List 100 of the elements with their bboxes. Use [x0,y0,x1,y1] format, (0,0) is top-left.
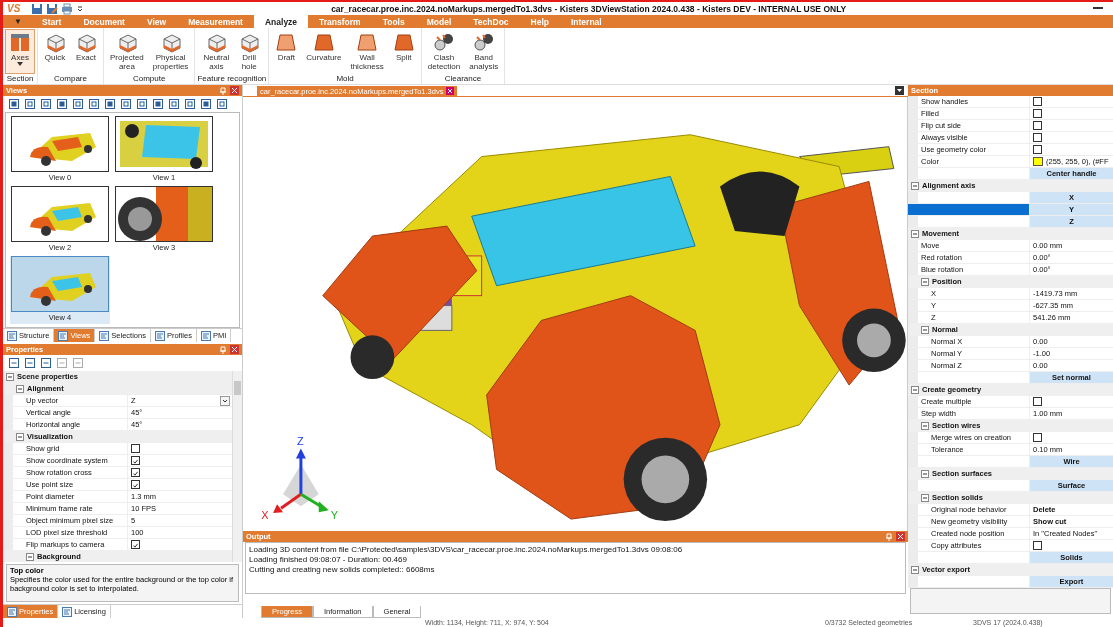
dropdown-icon[interactable] [895,86,904,95]
checkbox[interactable] [1033,541,1042,550]
close-icon[interactable] [896,532,905,541]
checkbox[interactable] [131,444,140,453]
color-swatch[interactable] [1033,157,1043,166]
ribbon-group-label: Section [6,74,34,84]
collapse-icon[interactable] [6,372,14,381]
collapse-icon[interactable] [921,493,929,502]
ribbon-button[interactable]: Curvature [302,29,346,74]
checkbox[interactable] [1033,397,1042,406]
pin-icon[interactable] [219,86,227,95]
ribbon-button[interactable]: Clash detection [423,29,465,74]
checkbox[interactable] [131,480,140,489]
ribbon-button[interactable]: Split [388,29,419,74]
window-title: car_racecar.proe.inc.2024.noMarkups.mergedTo1.3dvs - Kisters 3DViewStation 2024.0.438 - Kisters DEV - INTERNAL USE ONLY [330,3,848,14]
save-as-icon[interactable] [46,2,59,15]
checkbox[interactable] [1033,133,1042,142]
checkbox[interactable] [1033,433,1042,442]
close-icon[interactable] [230,86,239,95]
save-icon[interactable] [31,2,44,15]
collapse-icon[interactable] [911,565,919,574]
collapse-icon[interactable] [921,325,929,334]
race-car-model-drawing[interactable] [322,134,906,522]
ribbon-group-label: Clearance [444,74,482,84]
checkbox[interactable] [1033,145,1042,154]
ribbon-button[interactable]: Drill hole [234,29,265,74]
collapse-icon[interactable] [911,181,919,190]
log-line: Loading 3D content from file C:\Protected\samples\3DVS\car_racecar.proe.inc.2024.noMarkups.mergedTo1.3dvs 09:08:06 [249,545,684,555]
view-tool-icon[interactable] [121,99,131,109]
collapse-icon[interactable] [16,432,24,441]
ribbon-group-label: Feature recognition [197,74,267,84]
ribbon-button[interactable]: Band analysis [465,29,503,74]
ribbon-group-label: Compare [54,74,87,84]
close-icon[interactable] [230,345,239,354]
collapse-icon[interactable] [921,421,929,430]
collapse-icon[interactable] [26,552,34,561]
tab-icon [7,330,17,341]
checkbox[interactable] [131,456,140,465]
app-menu-button[interactable]: ▼ [5,15,31,28]
tab-icon [154,330,165,341]
grid-tool-icon[interactable] [9,358,19,368]
pin-icon[interactable] [885,532,893,541]
tab-icon [58,330,69,341]
view-tool-icon[interactable] [137,99,147,109]
collapse-icon[interactable] [911,229,919,238]
shape-icon [392,31,415,53]
ribbon-button[interactable]: Neutral axis [199,29,234,74]
log-line: Cutting and creating new solids completed:: 6608ms [249,565,436,575]
checkbox[interactable] [1033,97,1042,106]
shape-icon [275,31,298,53]
caret-icon [17,62,23,66]
ribbon-tab[interactable]: Analyze [253,15,309,28]
tab-icon [7,606,17,617]
axis-label: Y [330,509,338,522]
shape-icon [312,31,335,53]
ribbon-button[interactable]: Quick [40,29,70,74]
tab-icon [62,606,73,617]
tab-icon [200,330,211,341]
ribbon-button[interactable]: Exact [71,29,101,74]
ribbon-button[interactable]: Projected area [106,29,148,74]
pin-icon[interactable] [219,345,227,354]
view-tool-icon[interactable] [41,99,51,109]
view-tool-icon[interactable] [73,99,83,109]
view-tool-icon[interactable] [105,99,115,109]
view-tool-icon[interactable] [57,99,67,109]
coordinate-axes-drawing [273,448,329,514]
grid-tool-icon[interactable] [25,358,35,368]
ribbon-group-label: Compute [132,74,166,84]
view-tool-icon[interactable] [25,99,35,109]
dropdown-icon[interactable] [220,395,230,406]
shape-icon [356,31,379,53]
close-icon[interactable] [446,87,455,95]
log-line: Loading finished 09:08:07 - Duration: 00.469 [249,555,408,565]
axis-label: X [261,509,269,522]
view-tool-icon[interactable] [89,99,99,109]
checkbox[interactable] [1033,109,1042,118]
view-tool-icon[interactable] [169,99,179,109]
view-tool-icon[interactable] [185,99,195,109]
ribbon-group-label: Mold [336,74,354,84]
ribbon-button[interactable]: Physical properties [148,29,193,74]
axis-label: Z [296,434,304,447]
collapse-icon[interactable] [921,277,929,286]
collapse-icon[interactable] [16,384,24,393]
collapse-icon[interactable] [911,385,919,394]
checkbox[interactable] [1033,121,1042,130]
grid-tool-icon[interactable] [41,358,51,368]
ribbon-button[interactable]: Axes [5,29,35,74]
scrollbar[interactable] [232,371,242,562]
checkbox[interactable] [131,468,140,477]
ribbon-button[interactable]: Wall thickness [346,29,388,74]
tab-icon [99,330,110,341]
collapse-icon[interactable] [921,469,929,478]
spheres-icon [433,31,456,53]
view-tool-icon[interactable] [9,99,19,109]
checkbox[interactable] [131,540,140,549]
ribbon-button[interactable]: Draft [271,29,302,74]
view-tool-icon[interactable] [217,99,227,109]
view-tool-icon[interactable] [201,99,211,109]
view-tool-icon[interactable] [153,99,163,109]
caret-icon[interactable] [76,4,85,13]
